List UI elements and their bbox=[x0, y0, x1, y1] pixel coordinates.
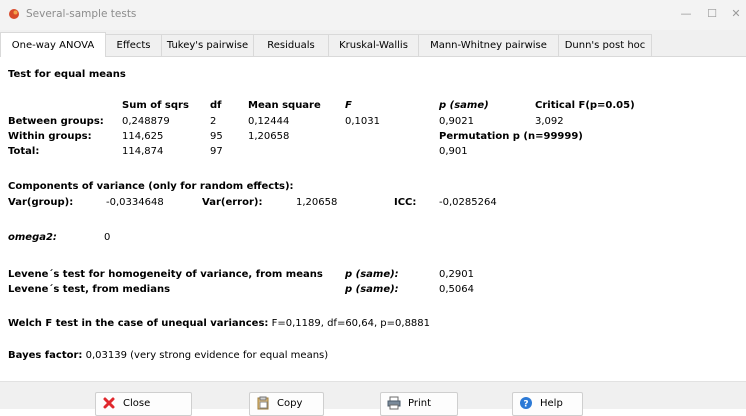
between-sumsq: 0,248879 bbox=[122, 116, 170, 127]
tab-dunns-post-hoc[interactable]: Dunn's post hoc bbox=[558, 34, 652, 56]
tab-tukeys-pairwise[interactable]: Tukey's pairwise bbox=[161, 34, 253, 56]
tab-effects[interactable]: Effects bbox=[105, 34, 161, 56]
var-error-value: 1,20658 bbox=[296, 197, 338, 208]
tab-one-way-anova[interactable]: One-way ANOVA bbox=[0, 32, 106, 58]
close-label: Close bbox=[123, 398, 151, 409]
levene-medians-p-value: 0,5064 bbox=[439, 284, 474, 295]
results-panel: Test for equal means Sum of sqrs df Mean… bbox=[0, 57, 746, 378]
critical-f-value: 3,092 bbox=[535, 116, 564, 127]
print-button[interactable]: Print bbox=[380, 392, 458, 416]
copy-button[interactable]: Copy bbox=[249, 392, 324, 416]
bayes-label: Bayes factor: bbox=[8, 350, 83, 361]
print-label: Print bbox=[408, 398, 432, 409]
header-df: df bbox=[210, 100, 222, 111]
header-sum-of-squares: Sum of sqrs bbox=[122, 100, 189, 111]
header-mean-square: Mean square bbox=[248, 100, 321, 111]
app-icon bbox=[9, 9, 19, 19]
button-bar: Close Copy Print ? Help bbox=[0, 381, 746, 416]
var-group-label: Var(group): bbox=[8, 197, 74, 208]
row-label-total: Total: bbox=[8, 146, 40, 157]
tab-bar: One-way ANOVA Effects Tukey's pairwise R… bbox=[0, 30, 746, 58]
within-df: 95 bbox=[210, 131, 223, 142]
tab-kruskal-wallis[interactable]: Kruskal-Wallis bbox=[328, 34, 418, 56]
var-group-value: -0,0334648 bbox=[106, 197, 164, 208]
between-df: 2 bbox=[210, 116, 217, 127]
levene-medians-label: Levene´s test, from medians bbox=[8, 284, 171, 295]
bayes-value: 0,03139 (very strong evidence for equal … bbox=[85, 350, 329, 361]
header-p-same: p (same) bbox=[439, 100, 489, 111]
permutation-label: Permutation p (n=99999) bbox=[439, 131, 583, 142]
icc-value: -0,0285264 bbox=[439, 197, 497, 208]
copy-label: Copy bbox=[277, 398, 303, 409]
help-button[interactable]: ? Help bbox=[512, 392, 583, 416]
close-window-button[interactable]: ✕ bbox=[726, 6, 746, 22]
tab-mann-whitney-pairwise[interactable]: Mann-Whitney pairwise bbox=[418, 34, 558, 56]
var-error-label: Var(error): bbox=[202, 197, 263, 208]
between-p: 0,9021 bbox=[439, 116, 474, 127]
within-meansq: 1,20658 bbox=[248, 131, 290, 142]
close-button[interactable]: Close bbox=[95, 392, 192, 416]
permutation-p-value: 0,901 bbox=[439, 146, 468, 157]
omega-value: 0 bbox=[104, 232, 111, 243]
welch-line: Welch F test in the case of unequal vari… bbox=[8, 318, 430, 329]
levene-means-p-label: p (same): bbox=[345, 269, 399, 280]
welch-values: F=0,1189, df=60,64, p=0,8881 bbox=[271, 318, 431, 329]
maximize-button[interactable]: ☐ bbox=[702, 6, 722, 22]
levene-means-p-value: 0,2901 bbox=[439, 269, 474, 280]
row-label-between: Between groups: bbox=[8, 116, 104, 127]
icc-label: ICC: bbox=[394, 197, 417, 208]
between-meansq: 0,12444 bbox=[248, 116, 290, 127]
total-df: 97 bbox=[210, 146, 223, 157]
minimize-button[interactable]: — bbox=[676, 6, 696, 22]
between-f: 0,1031 bbox=[345, 116, 380, 127]
row-label-within: Within groups: bbox=[8, 131, 92, 142]
total-sumsq: 114,874 bbox=[122, 146, 164, 157]
header-f: F bbox=[345, 100, 352, 111]
window-title: Several-sample tests bbox=[26, 8, 137, 20]
test-heading: Test for equal means bbox=[8, 69, 126, 80]
levene-means-label: Levene´s test for homogeneity of varianc… bbox=[8, 269, 323, 280]
within-sumsq: 114,625 bbox=[122, 131, 164, 142]
svg-text:?: ? bbox=[523, 400, 528, 410]
bayes-line: Bayes factor: 0,03139 (very strong evide… bbox=[8, 350, 328, 361]
welch-label: Welch F test in the case of unequal vari… bbox=[8, 318, 269, 329]
help-label: Help bbox=[540, 398, 563, 409]
title-bar: Several-sample tests — ☐ ✕ bbox=[0, 0, 746, 30]
components-heading: Components of variance (only for random … bbox=[8, 181, 294, 192]
tab-residuals[interactable]: Residuals bbox=[253, 34, 328, 56]
header-critical-f: Critical F(p=0.05) bbox=[535, 100, 635, 111]
omega-label: omega2: bbox=[8, 232, 57, 243]
levene-medians-p-label: p (same): bbox=[345, 284, 399, 295]
